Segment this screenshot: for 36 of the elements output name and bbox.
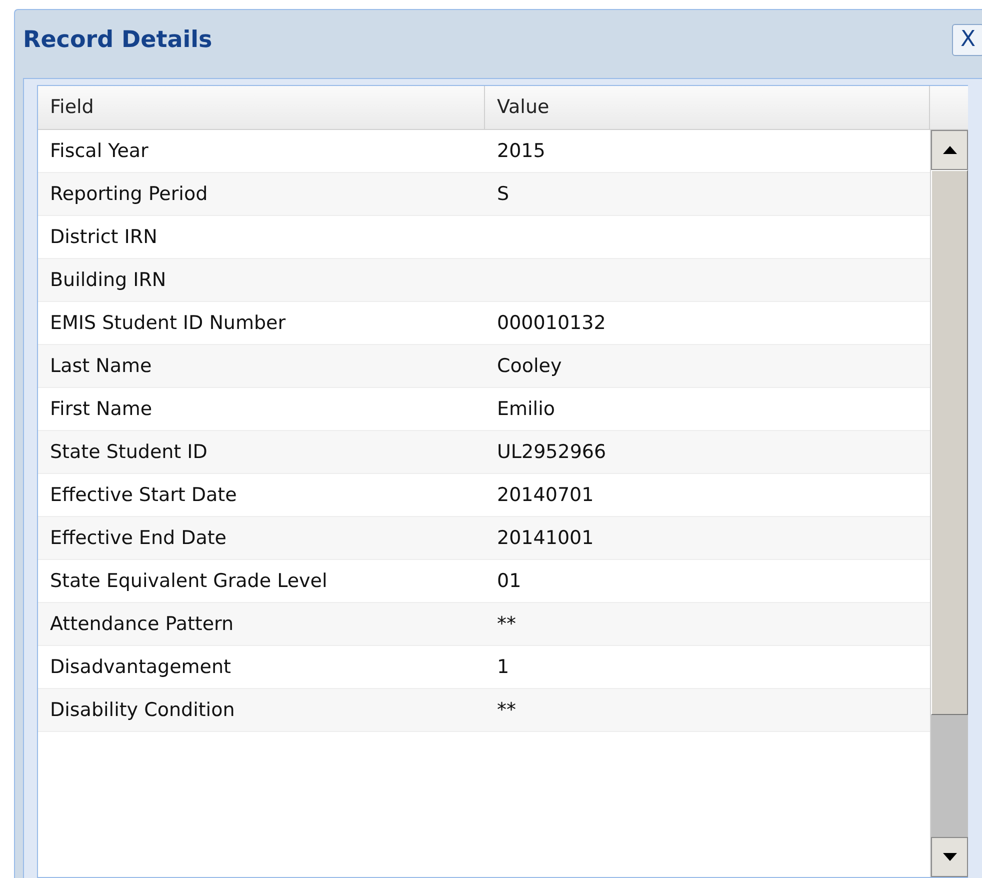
up-arrow-icon — [942, 146, 956, 154]
field-value: 2015 — [497, 138, 546, 164]
scrollbar-thumb[interactable] — [931, 170, 968, 715]
scroll-up-button[interactable] — [931, 130, 968, 170]
field-name: Effective Start Date — [50, 482, 237, 508]
field-name: Last Name — [50, 354, 152, 379]
field-name: Effective End Date — [50, 526, 226, 551]
field-name: District IRN — [50, 224, 158, 250]
field-value: Cooley — [497, 354, 562, 379]
scrollbar[interactable] — [930, 130, 968, 877]
field-name: Disability Condition — [50, 698, 235, 723]
field-value: 01 — [497, 568, 522, 594]
field-name: Disadvantagement — [50, 654, 231, 680]
field-value: S — [497, 182, 510, 207]
field-name: Building IRN — [50, 268, 166, 293]
field-value: ** — [497, 698, 516, 723]
field-value: 20141001 — [497, 526, 594, 551]
field-value: UL2952966 — [497, 440, 606, 465]
field-name: State Equivalent Grade Level — [50, 568, 328, 594]
scroll-down-button[interactable] — [931, 837, 968, 877]
field-name: Fiscal Year — [50, 138, 148, 164]
field-value: 1 — [497, 654, 510, 680]
down-arrow-icon — [942, 853, 956, 861]
close-button[interactable]: X — [952, 24, 982, 56]
field-name: Attendance Pattern — [50, 612, 234, 637]
column-header[interactable]: Field — [38, 86, 485, 129]
field-value: ** — [497, 612, 516, 637]
field-value: 000010132 — [497, 310, 606, 336]
dialog-title: Record Details — [23, 26, 212, 55]
field-value: Emilio — [497, 396, 555, 422]
field-name: Reporting Period — [50, 182, 208, 207]
column-header[interactable]: Value — [485, 86, 930, 129]
field-name: First Name — [50, 396, 152, 422]
field-name: EMIS Student ID Number — [50, 310, 286, 336]
field-name: State Student ID — [50, 440, 208, 465]
field-value: 20140701 — [497, 482, 594, 508]
